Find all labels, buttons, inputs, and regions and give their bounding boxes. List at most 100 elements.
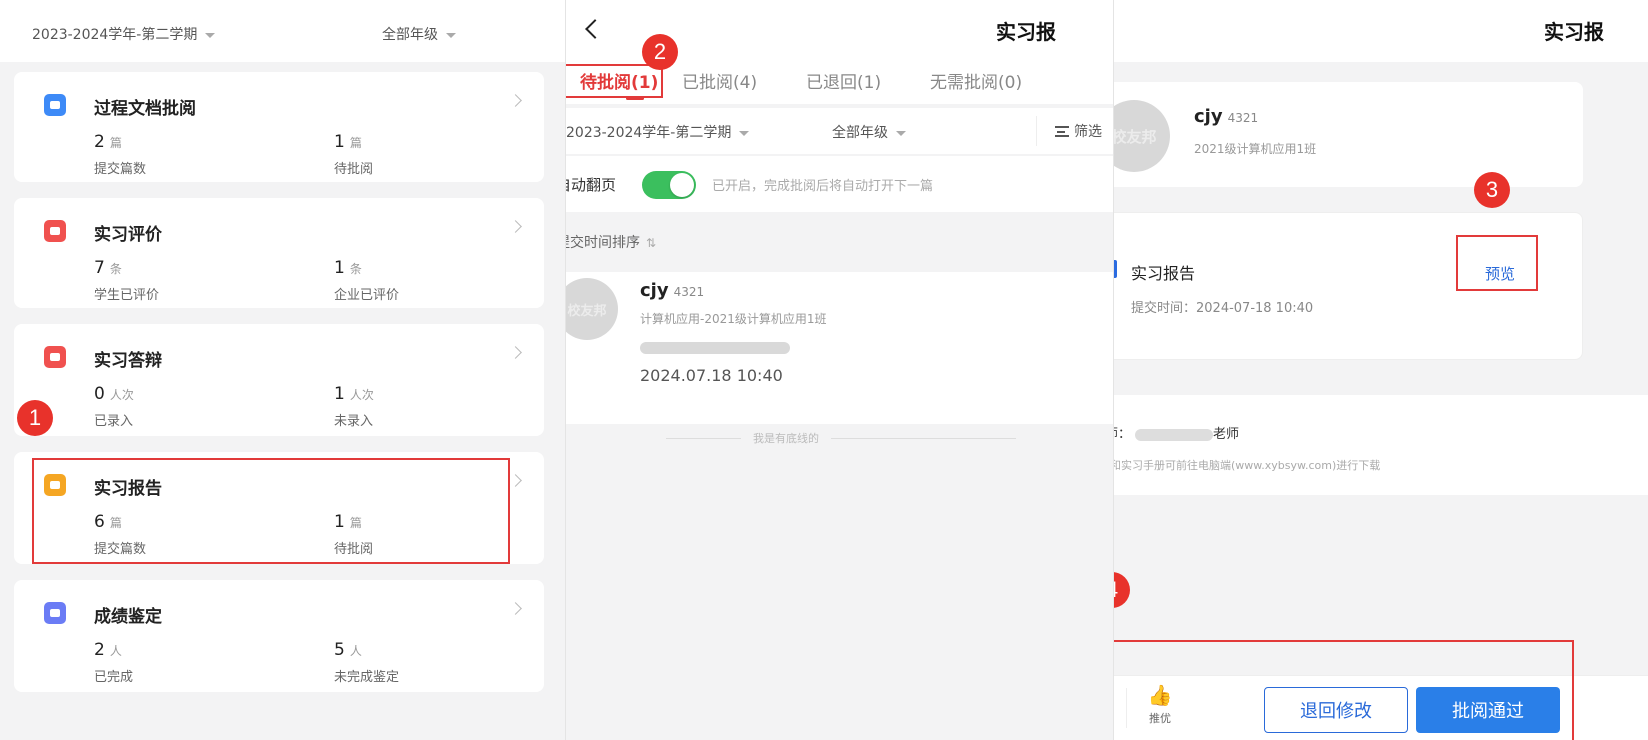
stat-label: 待批阅: [334, 162, 374, 177]
card-internship-evaluation[interactable]: 实习评价 7 条学生已评价 1 条企业已评价: [14, 198, 544, 308]
back-arrow-icon[interactable]: [585, 19, 605, 39]
student-card: 校友邦 cjy 4321 2021级计算机应用1班: [1114, 82, 1583, 187]
report-detail-panel: 实习报 校友邦 cjy 4321 2021级计算机应用1班 W 实习报告 提交时间…: [1113, 0, 1648, 740]
stat-label: 未完成鉴定: [334, 670, 400, 685]
stat-unit: 篇: [349, 136, 362, 150]
card-title: 过程文档批阅: [94, 99, 196, 119]
list-end-text: 我是有底线的: [741, 430, 831, 446]
step-badge-1: 1: [17, 400, 53, 436]
tab-no-review[interactable]: 无需批阅(0): [930, 68, 1022, 93]
stat-unit: 条: [349, 262, 362, 276]
stat-number: 0: [94, 384, 105, 404]
page-title: 实习报: [1544, 20, 1604, 44]
advisor-line: 指导老师： 老师: [1114, 423, 1240, 442]
avatar: 校友邦: [1114, 100, 1170, 172]
card-title: 成绩鉴定: [94, 607, 162, 627]
stat-recorded: 0 人次已录入: [94, 384, 134, 429]
tab-returned[interactable]: 已退回(1): [806, 68, 881, 93]
stat-unit: 人次: [109, 388, 134, 402]
chevron-right-icon: [509, 602, 522, 615]
report-info: 指导老师： 老师 当前报告和实习手册可前往电脑端(www.xybsyw.com)进…: [1114, 395, 1648, 495]
document-icon: [44, 94, 66, 116]
stat-unit: 条: [109, 262, 122, 276]
card-grade-appraisal[interactable]: 成绩鉴定 2 人已完成 5 人未完成鉴定: [14, 580, 544, 692]
stat-number: 2: [94, 640, 105, 660]
stat-label: 未录入: [334, 414, 374, 429]
chevron-down-icon: [896, 130, 906, 136]
student-class: 计算机应用-2021级计算机应用1班: [640, 312, 827, 326]
filter-bar: 2023-2024学年-第二学期 全部年级 筛选: [566, 108, 1113, 154]
chevron-down-icon: [446, 32, 456, 38]
toggle-knob: [670, 173, 694, 197]
advisor-suffix: 老师: [1213, 427, 1240, 442]
stat-not-completed: 5 人未完成鉴定: [334, 640, 399, 685]
highlight-box-action-bar: [1114, 640, 1574, 740]
report-list-panel: 实习报 待批阅(1) 已批阅(4) 已退回(1) 无需批阅(0) 2023-20…: [565, 0, 1113, 740]
auto-page-hint: 已开启，完成批阅后将自动打开下一篇: [712, 179, 934, 194]
defense-icon: [44, 346, 66, 368]
auto-page-row: 自动翻页 已开启，完成批阅后将自动打开下一篇: [566, 156, 1113, 212]
avatar: 校友邦: [566, 278, 618, 340]
stat-label: 已录入: [94, 414, 134, 429]
grade-icon: [44, 602, 66, 624]
auto-page-toggle[interactable]: [642, 171, 696, 199]
student-id: 4321: [1227, 111, 1259, 125]
student-name: cjy 4321: [640, 280, 704, 301]
stat-number: 5: [334, 640, 345, 660]
word-file-icon: W: [1114, 260, 1117, 278]
chevron-right-icon: [509, 220, 522, 233]
stat-label: 已完成: [94, 670, 134, 685]
highlight-box-pending-tab: [566, 64, 663, 98]
download-note: 当前报告和实习手册可前往电脑端(www.xybsyw.com)进行下载: [1113, 459, 1381, 472]
redacted-advisor-name: [1135, 428, 1214, 441]
student-name-text: cjy: [640, 280, 669, 301]
internship-overview-panel: 2023-2024学年-第二学期 全部年级 过程文档批阅 2 篇提交篇数 1 篇待批…: [0, 0, 565, 740]
stat-unit: 人: [109, 644, 122, 658]
tab-reviewed[interactable]: 已批阅(4): [682, 68, 757, 93]
stat-label: 企业已评价: [334, 288, 400, 303]
grade-select[interactable]: 全部年级: [832, 122, 906, 142]
report-submit-time: 提交时间：2024-07-18 10:40: [1131, 301, 1314, 316]
page-title: 实习报: [996, 20, 1056, 44]
term-select-label: 2023-2024学年-第二学期: [566, 125, 732, 141]
highlight-box-preview: [1456, 235, 1538, 291]
stat-submitted: 2 篇提交篇数: [94, 132, 146, 177]
report-file-title: 实习报告: [1131, 264, 1196, 283]
chevron-right-icon: [509, 346, 522, 359]
submission-date: 2024.07.18 10:40: [640, 366, 783, 385]
card-internship-defense[interactable]: 实习答辩 0 人次 已录入 1 人次 未录入: [14, 324, 544, 436]
stat-not-recorded: 1 人次 未录入: [334, 384, 374, 429]
filter-button[interactable]: 筛选: [1036, 116, 1102, 146]
card-title: 实习答辩: [94, 351, 162, 371]
stat-label: 提交篇数: [94, 162, 147, 177]
auto-page-label: 自动翻页: [566, 176, 617, 194]
stat-student-evaluated: 7 条学生已评价: [94, 258, 159, 303]
sort-control[interactable]: 提交时间排序 ⇅: [566, 232, 656, 252]
redacted-text: [640, 342, 790, 354]
card-process-docs[interactable]: 过程文档批阅 2 篇提交篇数 1 篇待批阅: [14, 72, 544, 182]
stat-number: 1: [334, 258, 345, 278]
stat-number: 1: [334, 132, 345, 152]
stat-completed: 2 人已完成: [94, 640, 133, 685]
grade-select-label: 全部年级: [832, 125, 888, 141]
stat-number: 7: [94, 258, 105, 278]
term-select-label: 2023-2024学年-第二学期: [32, 27, 198, 43]
student-class: 2021级计算机应用1班: [1194, 142, 1317, 156]
nav-header: 实习报: [1114, 0, 1648, 62]
step-badge-3: 3: [1474, 172, 1510, 208]
filter-icon: [1055, 125, 1069, 137]
term-select[interactable]: 2023-2024学年-第二学期: [566, 122, 750, 142]
submission-list-item[interactable]: 校友邦 cjy 4321 计算机应用-2021级计算机应用1班 2024.07.1…: [566, 272, 1113, 424]
chevron-right-icon: [509, 474, 522, 487]
stat-pending: 1 篇待批阅: [334, 132, 373, 177]
grade-select[interactable]: 全部年级: [382, 24, 456, 44]
chevron-down-icon: [739, 130, 750, 136]
student-name: cjy 4321: [1194, 106, 1258, 127]
stat-company-evaluated: 1 条企业已评价: [334, 258, 399, 303]
star-icon: [44, 220, 66, 242]
term-select[interactable]: 2023-2024学年-第二学期: [32, 24, 216, 44]
filter-label: 筛选: [1074, 124, 1102, 140]
stat-number: 2: [94, 132, 105, 152]
list-end-divider: [666, 438, 1016, 439]
stat-unit: 人: [349, 644, 362, 658]
